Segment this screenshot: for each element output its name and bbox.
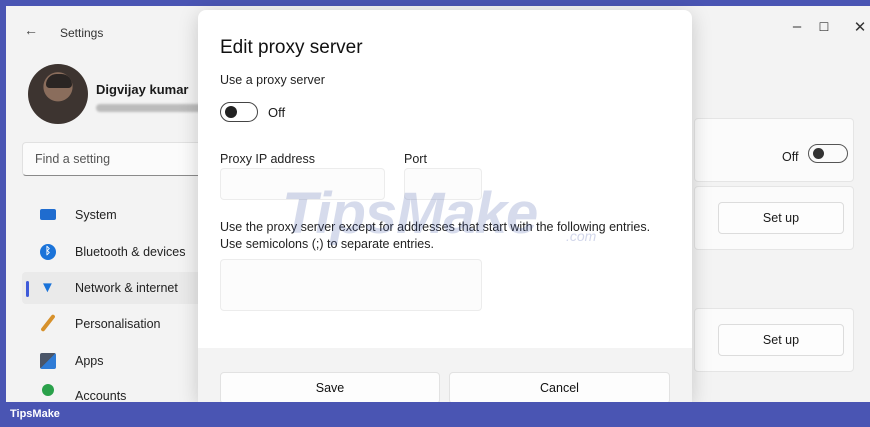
bluetooth-icon: ᛒ xyxy=(40,244,56,260)
app-title: Settings xyxy=(60,26,104,40)
account-icon xyxy=(42,384,54,396)
system-icon xyxy=(40,209,56,220)
sidebar-item-bluetooth[interactable]: ᛒ Bluetooth & devices xyxy=(22,236,222,268)
proxy-ip-label: Proxy IP address xyxy=(220,152,315,166)
setup-button[interactable]: Set up xyxy=(718,202,844,234)
sidebar-item-apps[interactable]: Apps xyxy=(22,345,222,377)
apps-icon xyxy=(40,353,56,369)
minimize-button[interactable]: – xyxy=(785,18,809,35)
save-button[interactable]: Save xyxy=(220,372,440,402)
close-button[interactable]: ✕ xyxy=(848,18,870,36)
brand-text: TipsMake xyxy=(10,408,60,420)
toggle-state-label: Off xyxy=(782,150,799,164)
setup-button[interactable]: Set up xyxy=(718,324,844,356)
sidebar-item-label: Accounts xyxy=(75,389,127,402)
sidebar-item-personalisation[interactable]: Personalisation xyxy=(22,308,222,340)
sidebar-item-label: Network & internet xyxy=(75,281,178,295)
watermark-suffix: .com xyxy=(566,228,597,244)
avatar[interactable] xyxy=(28,64,88,124)
sidebar-item-label: Bluetooth & devices xyxy=(75,245,186,259)
use-proxy-label: Use a proxy server xyxy=(220,73,325,87)
brand-bar: TipsMake xyxy=(0,402,870,427)
port-label: Port xyxy=(404,152,427,166)
auto-detect-toggle[interactable] xyxy=(808,144,848,163)
search-input[interactable]: Find a setting xyxy=(22,142,222,176)
maximize-button[interactable]: ☐ xyxy=(812,20,836,34)
sidebar-item-label: Personalisation xyxy=(75,317,161,331)
brush-icon xyxy=(40,313,56,333)
sidebar-item-system[interactable]: System xyxy=(22,199,222,231)
dialog-title: Edit proxy server xyxy=(220,37,363,58)
sidebar-item-accounts[interactable]: Accounts xyxy=(22,380,222,402)
use-proxy-toggle[interactable] xyxy=(220,102,258,122)
watermark: TipsMake xyxy=(282,181,538,246)
cancel-button[interactable]: Cancel xyxy=(449,372,670,402)
user-name: Digvijay kumar xyxy=(96,82,189,97)
sidebar-item-label: System xyxy=(75,208,117,222)
active-indicator xyxy=(26,281,29,297)
sidebar-item-label: Apps xyxy=(75,354,104,368)
back-arrow-icon[interactable]: ← xyxy=(24,22,38,38)
exceptions-input[interactable] xyxy=(220,259,482,311)
user-email-blurred xyxy=(96,104,206,112)
wifi-icon: ▼ xyxy=(40,279,55,296)
toggle-state-label: Off xyxy=(268,105,286,120)
sidebar-item-network[interactable]: ▼ Network & internet xyxy=(22,272,222,304)
